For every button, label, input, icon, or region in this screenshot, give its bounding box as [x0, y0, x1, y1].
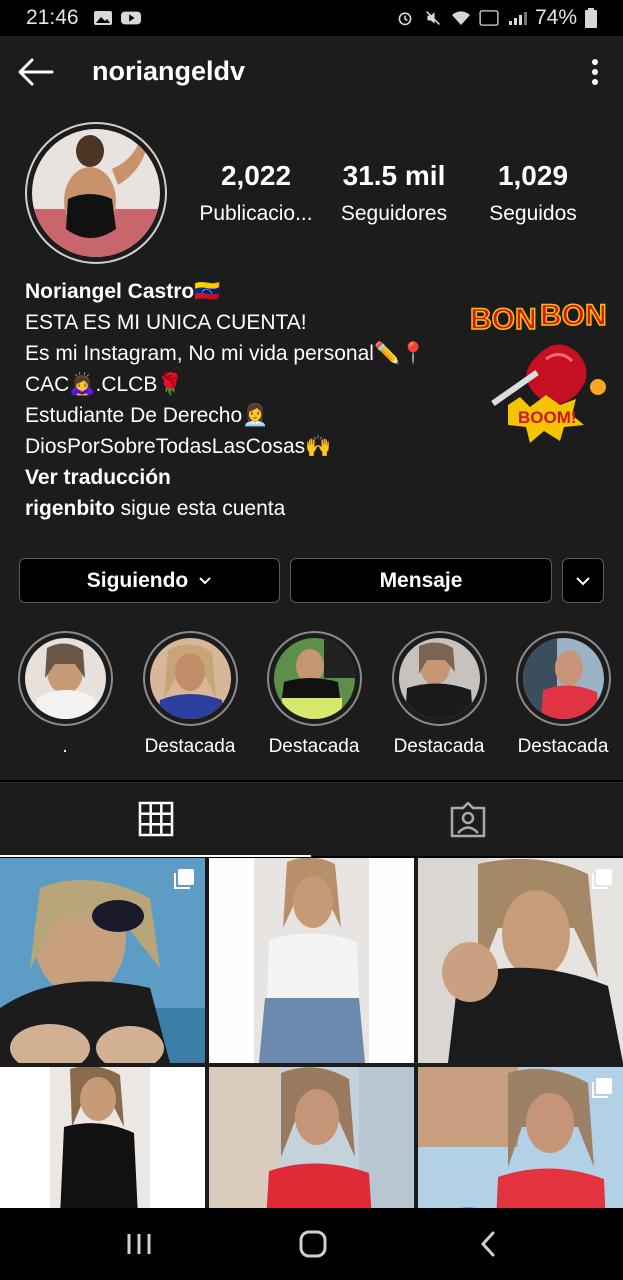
post-thumbnail[interactable] [209, 858, 414, 1063]
bio-line: Es mi Instagram, No mi vida personal✏️📍 [25, 342, 427, 365]
following-label: Seguidos [489, 202, 577, 225]
followers-label: Seguidores [340, 202, 448, 225]
recent-apps-button[interactable] [109, 1226, 169, 1262]
volte-wifi-icon [479, 10, 499, 26]
post-thumbnail[interactable] [418, 1067, 623, 1208]
highlight-label: Destacada [393, 736, 485, 757]
highlight-ring [391, 631, 487, 726]
gallery-icon [93, 11, 112, 25]
alarm-icon [398, 12, 412, 26]
stat-following[interactable]: 1,029 Seguidos [463, 160, 603, 226]
chevron-down-icon [199, 576, 211, 584]
stat-followers[interactable]: 31.5 mil Seguidores [324, 160, 464, 226]
followed-by-text: sigue esta cuenta [114, 497, 286, 520]
wifi-icon [451, 11, 470, 25]
suggested-accounts-button[interactable] [562, 558, 604, 603]
post-thumbnail[interactable] [209, 1067, 414, 1208]
story-highlight[interactable]: Destacada [264, 631, 364, 758]
back-icon [480, 1231, 495, 1257]
message-button-label: Mensaje [379, 568, 463, 592]
back-arrow-icon[interactable] [16, 54, 56, 90]
highlight-label: . [62, 736, 68, 757]
highlight-label: Destacada [517, 736, 609, 757]
highlight-cover [398, 638, 480, 719]
following-button-label: Siguiendo [86, 568, 189, 592]
tab-tagged[interactable] [312, 783, 623, 857]
profile-header: noriangeldv [0, 36, 623, 110]
back-button[interactable] [458, 1226, 518, 1262]
sticker-word-2: BON [540, 299, 607, 332]
home-button[interactable] [283, 1226, 343, 1262]
tab-posts-grid[interactable] [0, 783, 311, 857]
multiple-posts-icon [174, 869, 194, 889]
profile-avatar[interactable] [32, 129, 160, 257]
highlight-label: Destacada [268, 736, 360, 757]
bio-line: ESTA ES MI UNICA CUENTA! [25, 311, 307, 334]
profile-section: 2,022 Publicacio... 31.5 mil Seguidores … [0, 110, 623, 780]
posts-count: 2,022 [220, 160, 292, 191]
highlight-ring [17, 631, 113, 726]
bio-line: DiosPorSobreTodasLasCosas🙌 [25, 435, 332, 458]
post-thumbnail[interactable] [0, 1067, 205, 1208]
grid-icon [138, 801, 173, 837]
sticker-boom: BOOM! [518, 408, 577, 427]
highlight-cover [273, 638, 355, 719]
youtube-icon [120, 11, 141, 25]
post-thumbnail[interactable] [0, 858, 205, 1063]
multiple-posts-icon [592, 869, 612, 889]
signal-icon [508, 12, 527, 25]
sticker-word-1: BON [470, 303, 537, 336]
following-button[interactable]: Siguiendo [19, 558, 280, 603]
bio-line: Estudiante De Derecho👩‍💼 [25, 404, 269, 427]
profile-tabs [0, 782, 623, 857]
highlight-cover [522, 638, 604, 719]
posts-grid [0, 858, 623, 1208]
highlight-ring [142, 631, 238, 726]
more-options-icon[interactable] [583, 54, 607, 90]
highlight-ring [515, 631, 611, 726]
multiple-posts-icon [592, 1078, 612, 1098]
home-icon [299, 1230, 327, 1258]
battery-icon [585, 8, 597, 28]
story-highlight[interactable]: Destacada [389, 631, 489, 758]
profile-display-name: Noriangel Castro🇻🇪 [25, 280, 221, 303]
highlight-cover [149, 638, 231, 719]
story-highlight[interactable]: Destacada [513, 631, 613, 758]
post-thumbnail[interactable] [418, 858, 623, 1063]
profile-username: noriangeldv [92, 56, 246, 86]
highlight-ring [266, 631, 362, 726]
bonbon-sticker: BON BON BOOM! [469, 298, 607, 443]
highlight-label: Destacada [144, 736, 236, 757]
stat-posts[interactable]: 2,022 Publicacio... [186, 160, 326, 226]
highlight-cover [24, 638, 106, 719]
message-button[interactable]: Mensaje [290, 558, 552, 603]
see-translation-link[interactable]: Ver traducción [25, 462, 465, 493]
bio-line: CAC🙇‍♀️.CLCB🌹 [25, 373, 184, 396]
mute-icon [426, 11, 440, 25]
followed-by-note[interactable]: rigenbito sigue esta cuenta [25, 493, 465, 524]
following-count: 1,029 [497, 160, 569, 191]
status-bar: 21:46 74% [0, 0, 623, 36]
chevron-down-icon [576, 576, 590, 585]
battery-percent: 74% [534, 6, 577, 29]
followers-count: 31.5 mil [342, 160, 446, 191]
tagged-user-icon [450, 802, 485, 838]
posts-label: Publicacio... [199, 202, 313, 225]
story-highlight[interactable]: Destacada [140, 631, 240, 758]
profile-bio: Noriangel Castro🇻🇪 ESTA ES MI UNICA CUEN… [25, 276, 465, 524]
status-time: 21:46 [26, 6, 79, 29]
followed-by-username: rigenbito [25, 497, 115, 520]
system-navigation-bar [0, 1208, 623, 1280]
recent-apps-icon [127, 1234, 151, 1254]
story-highlight[interactable]: . [15, 631, 115, 758]
